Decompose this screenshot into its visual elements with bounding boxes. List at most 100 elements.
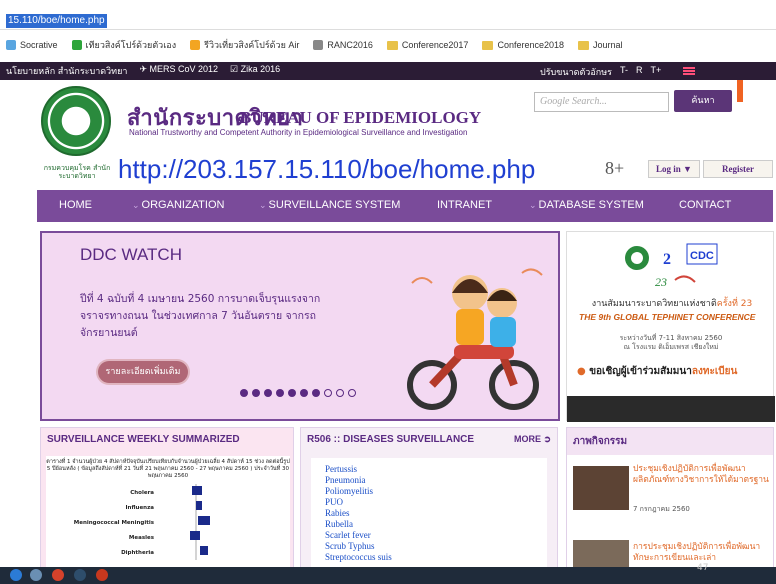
nav-home-label: HOME: [59, 199, 92, 211]
slider-dot[interactable]: [288, 389, 296, 397]
nav-organization[interactable]: ⌄ ORGANIZATION: [132, 199, 224, 211]
bookmark-4[interactable]: Conference2017: [386, 40, 468, 50]
nav-contact[interactable]: CONTACT: [679, 199, 731, 211]
slider-dot[interactable]: [348, 389, 356, 397]
surveillance-weekly-panel: SURVEILLANCE WEEKLY SUMMARIZED ตารางที่ …: [40, 427, 294, 578]
ad-register-text[interactable]: ลงทะเบียน: [692, 366, 737, 377]
windows-start-icon[interactable]: [10, 569, 22, 581]
slider-dot[interactable]: [264, 389, 272, 397]
disease-link[interactable]: Rubella: [313, 519, 547, 530]
bookmark-2[interactable]: รีวิวเที่ยวสิงค์โปร์ด้วย Air: [190, 38, 299, 52]
bookmark-6[interactable]: Journal: [578, 40, 623, 50]
register-button[interactable]: Register: [703, 160, 773, 178]
search-button[interactable]: ค้นหา: [674, 90, 732, 112]
chart-row-label: Cholera: [130, 490, 154, 496]
chevron-down-icon: ⌄: [132, 200, 140, 210]
ddc-watch-title: DDC WATCH: [80, 245, 182, 264]
disease-link[interactable]: Scrub Typhus: [313, 541, 547, 552]
font-decrease-button[interactable]: T-: [620, 65, 628, 79]
more-link[interactable]: MORE ➲: [514, 434, 551, 444]
slider-dot[interactable]: [240, 389, 248, 397]
zika-link[interactable]: ☑ Zika 2016: [230, 64, 280, 78]
news-date-1: 7 กรกฎาคม 2560: [633, 505, 690, 513]
disease-link[interactable]: PUO: [313, 497, 547, 508]
conference-logos-icon: 2 CDC 23: [625, 243, 718, 289]
bookmark-label: Conference2018: [497, 40, 565, 50]
hamburger-menu-icon[interactable]: [683, 70, 696, 72]
nav-database-system[interactable]: ⌄ DATABASE SYSTEM: [529, 199, 644, 211]
google-search-input[interactable]: Google Search...: [534, 92, 669, 112]
overlay-url-text: http://203.157.15.110/boe/home.php: [118, 154, 536, 184]
activities-title: ภาพกิจกรรม: [567, 428, 773, 455]
socrative-icon: [6, 40, 16, 50]
bookmark-3[interactable]: RANC2016: [313, 40, 373, 50]
surveillance-weekly-title[interactable]: SURVEILLANCE WEEKLY SUMMARIZED: [41, 428, 293, 450]
r506-header: R506 :: DISEASES SURVEILLANCE MORE ➲: [301, 428, 557, 450]
disease-link[interactable]: Streptococcus suis: [313, 552, 547, 563]
folder-icon: [578, 40, 590, 50]
disease-link[interactable]: Poliomyelitis: [313, 486, 547, 497]
address-bar[interactable]: 15.110/boe/home.php: [0, 12, 776, 30]
font-size-label: ปรับขนาดตัวอักษร: [540, 67, 612, 77]
slider-dot[interactable]: [324, 389, 332, 397]
search-icon[interactable]: [30, 569, 42, 581]
font-reset-button[interactable]: R: [636, 65, 643, 79]
disease-link[interactable]: Pertussis: [313, 464, 547, 475]
ad-seminar-title: งานสัมมนาระบาดวิทยาแห่งชาติครั้งที่ 23: [577, 296, 767, 310]
r506-panel: R506 :: DISEASES SURVEILLANCE MORE ➲ Per…: [300, 427, 558, 577]
chrome-icon[interactable]: [52, 569, 64, 581]
news-photo-1[interactable]: [573, 466, 629, 510]
page-icon: [313, 40, 324, 50]
site-home-link[interactable]: นโยบายหลัก สำนักระบาดวิทยา: [6, 64, 127, 78]
ddc-watch-slider: DDC WATCH ปีที่ 4 ฉบับที่ 4 เมษายน 2560 …: [40, 231, 560, 421]
main-nav: HOME ⌄ ORGANIZATION ⌄ SURVEILLANCE SYSTEM …: [37, 190, 773, 222]
scroll-arrow-icon[interactable]: [737, 80, 743, 102]
chart-row-label: Diphtheria: [121, 550, 154, 556]
bookmark-1[interactable]: เทียวสิงค์โปร์ด้วยตัวเอง: [71, 38, 177, 52]
slider-dot[interactable]: [336, 389, 344, 397]
folder-icon[interactable]: [74, 569, 86, 581]
chart-bar: [200, 546, 208, 555]
font-increase-button[interactable]: T+: [650, 65, 661, 79]
disease-link[interactable]: Pneumonia: [313, 475, 547, 486]
nav-surveillance-system[interactable]: ⌄ SURVEILLANCE SYSTEM: [259, 199, 400, 211]
ministry-logo-icon[interactable]: [41, 86, 111, 156]
folder-icon: [386, 40, 398, 50]
ad-footer-strip: [567, 396, 775, 422]
nav-database-label: DATABASE SYSTEM: [538, 199, 644, 211]
chart-row-label: Meningococcal Meningitis: [74, 520, 155, 526]
weekly-chart-thumbnail[interactable]: ตารางที่ 1 จำนวนผู้ป่วย 4 สัปดาห์ปัจจุบั…: [46, 456, 290, 578]
bookmark-label: เทียวสิงค์โปร์ด้วยตัวเอง: [85, 40, 177, 50]
mers-link[interactable]: ✈ MERS CoV 2012: [139, 64, 218, 78]
disease-link[interactable]: Scarlet fever: [313, 530, 547, 541]
nav-organization-label: ORGANIZATION: [141, 199, 225, 211]
slider-dot[interactable]: [276, 389, 284, 397]
site-top-bar: นโยบายหลัก สำนักระบาดวิทยา ✈ MERS CoV 20…: [0, 62, 776, 80]
site-header: กรมควบคุมโรค สำนักระบาดวิทยา สำนักระบาดว…: [37, 80, 773, 188]
slider-dot[interactable]: [300, 389, 308, 397]
bookmark-5[interactable]: Conference2018: [482, 40, 564, 50]
slider-dot[interactable]: [312, 389, 320, 397]
bookmark-label: Journal: [593, 40, 623, 50]
slider-dot[interactable]: [252, 389, 260, 397]
nav-intranet-label: INTRANET: [437, 199, 492, 211]
login-button[interactable]: Log in ▼: [648, 160, 700, 178]
news-title-1[interactable]: ประชุมเชิงปฏิบัติการเพื่อพัฒนาผลิตภัณฑ์ท…: [633, 464, 771, 486]
svg-text:23: 23: [655, 275, 667, 289]
nav-surveillance-label: SURVEILLANCE SYSTEM: [268, 199, 401, 211]
chevron-down-icon: ⌄: [259, 200, 267, 210]
bookmark-label: RANC2016: [327, 40, 373, 50]
screenshot-frame: 15.110/boe/home.php Socrative เทียวสิงค์โ…: [0, 0, 776, 584]
address-url[interactable]: 15.110/boe/home.php: [6, 14, 107, 28]
conference-ad-banner[interactable]: 2 CDC 23 งานสัมมนาระบาดวิทยาแห่งชาติครั้…: [566, 231, 775, 422]
ddc-more-button[interactable]: รายละเอียดเพิ่มเติม: [98, 361, 188, 383]
nav-intranet[interactable]: INTRANET: [437, 199, 492, 211]
google-plus-icon[interactable]: 8+: [605, 158, 624, 179]
disease-link[interactable]: Rabies: [313, 508, 547, 519]
nav-contact-label: CONTACT: [679, 199, 732, 211]
ad-invite-text: ขอเชิญผู้เข้าร่วมสัมมนา: [589, 366, 692, 377]
nav-home[interactable]: HOME: [59, 199, 92, 211]
bookmark-0[interactable]: Socrative: [6, 40, 58, 50]
powerpoint-icon[interactable]: [96, 569, 108, 581]
news-title-2[interactable]: การประชุมเชิงปฏิบัติการเพื่อพัฒนาทักษะกา…: [633, 542, 771, 564]
